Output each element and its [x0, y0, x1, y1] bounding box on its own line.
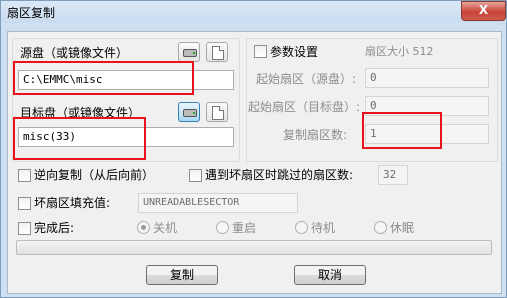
- highlight-source-path: [13, 61, 194, 95]
- title-bar: 扇区复制 X: [1, 1, 506, 23]
- source-file-button[interactable]: [206, 42, 228, 62]
- target-file-button[interactable]: [206, 102, 228, 122]
- after-label: 完成后:: [34, 221, 75, 235]
- start-src-field[interactable]: 0: [365, 68, 489, 88]
- sector-size-label: 扇区大小 512: [365, 45, 434, 58]
- after-option-label: 休眠: [390, 221, 415, 235]
- start-src-label: 起始扇区（源盘）:: [256, 72, 357, 86]
- skip-bad-label: 遇到坏扇区时跳过的扇区数:: [205, 168, 354, 182]
- cancel-button[interactable]: 取消: [294, 265, 366, 285]
- copy-button[interactable]: 复制: [146, 265, 218, 285]
- close-button[interactable]: X: [461, 1, 506, 21]
- window-title: 扇区复制: [7, 6, 56, 20]
- copy-count-label: 复制扇区数:: [283, 128, 348, 142]
- fill-value-field[interactable]: UNREADABLESECTOR: [138, 193, 298, 213]
- reverse-checkbox[interactable]: [18, 169, 31, 182]
- source-drive-button[interactable]: [178, 42, 200, 62]
- file-icon: [212, 106, 224, 120]
- sector-copy-window: 扇区复制 X 源盘（或镜像文件） C:\EMMC\misc 目标盘（或镜像文件）…: [0, 0, 507, 298]
- skip-bad-field[interactable]: 32: [378, 165, 408, 185]
- fill-checkbox[interactable]: [18, 197, 31, 210]
- highlight-target: [13, 117, 146, 160]
- skip-bad-checkbox[interactable]: [189, 169, 202, 182]
- progress-bar: [16, 240, 492, 255]
- source-label: 源盘（或镜像文件）: [20, 46, 129, 60]
- highlight-copy-count: [362, 112, 442, 149]
- params-label: 参数设置: [270, 45, 319, 59]
- after-option-label: 关机: [153, 221, 178, 235]
- after-radio-hibernate[interactable]: [374, 221, 387, 234]
- params-checkbox[interactable]: [254, 45, 267, 58]
- after-radio-standby[interactable]: [295, 221, 308, 234]
- reverse-label: 逆向复制（从后向前）: [34, 168, 155, 182]
- start-dst-label: 起始扇区（目标盘）:: [248, 100, 361, 114]
- after-radio-shutdown[interactable]: [137, 221, 150, 234]
- file-icon: [212, 46, 224, 60]
- after-radio-restart[interactable]: [216, 221, 229, 234]
- target-drive-button[interactable]: [178, 102, 200, 122]
- after-option-label: 待机: [311, 221, 336, 235]
- fill-label: 坏扇区填充值:: [34, 196, 111, 210]
- drive-icon: [183, 49, 197, 57]
- after-checkbox[interactable]: [18, 222, 31, 235]
- drive-icon: [183, 109, 197, 117]
- after-option-label: 重启: [232, 221, 257, 235]
